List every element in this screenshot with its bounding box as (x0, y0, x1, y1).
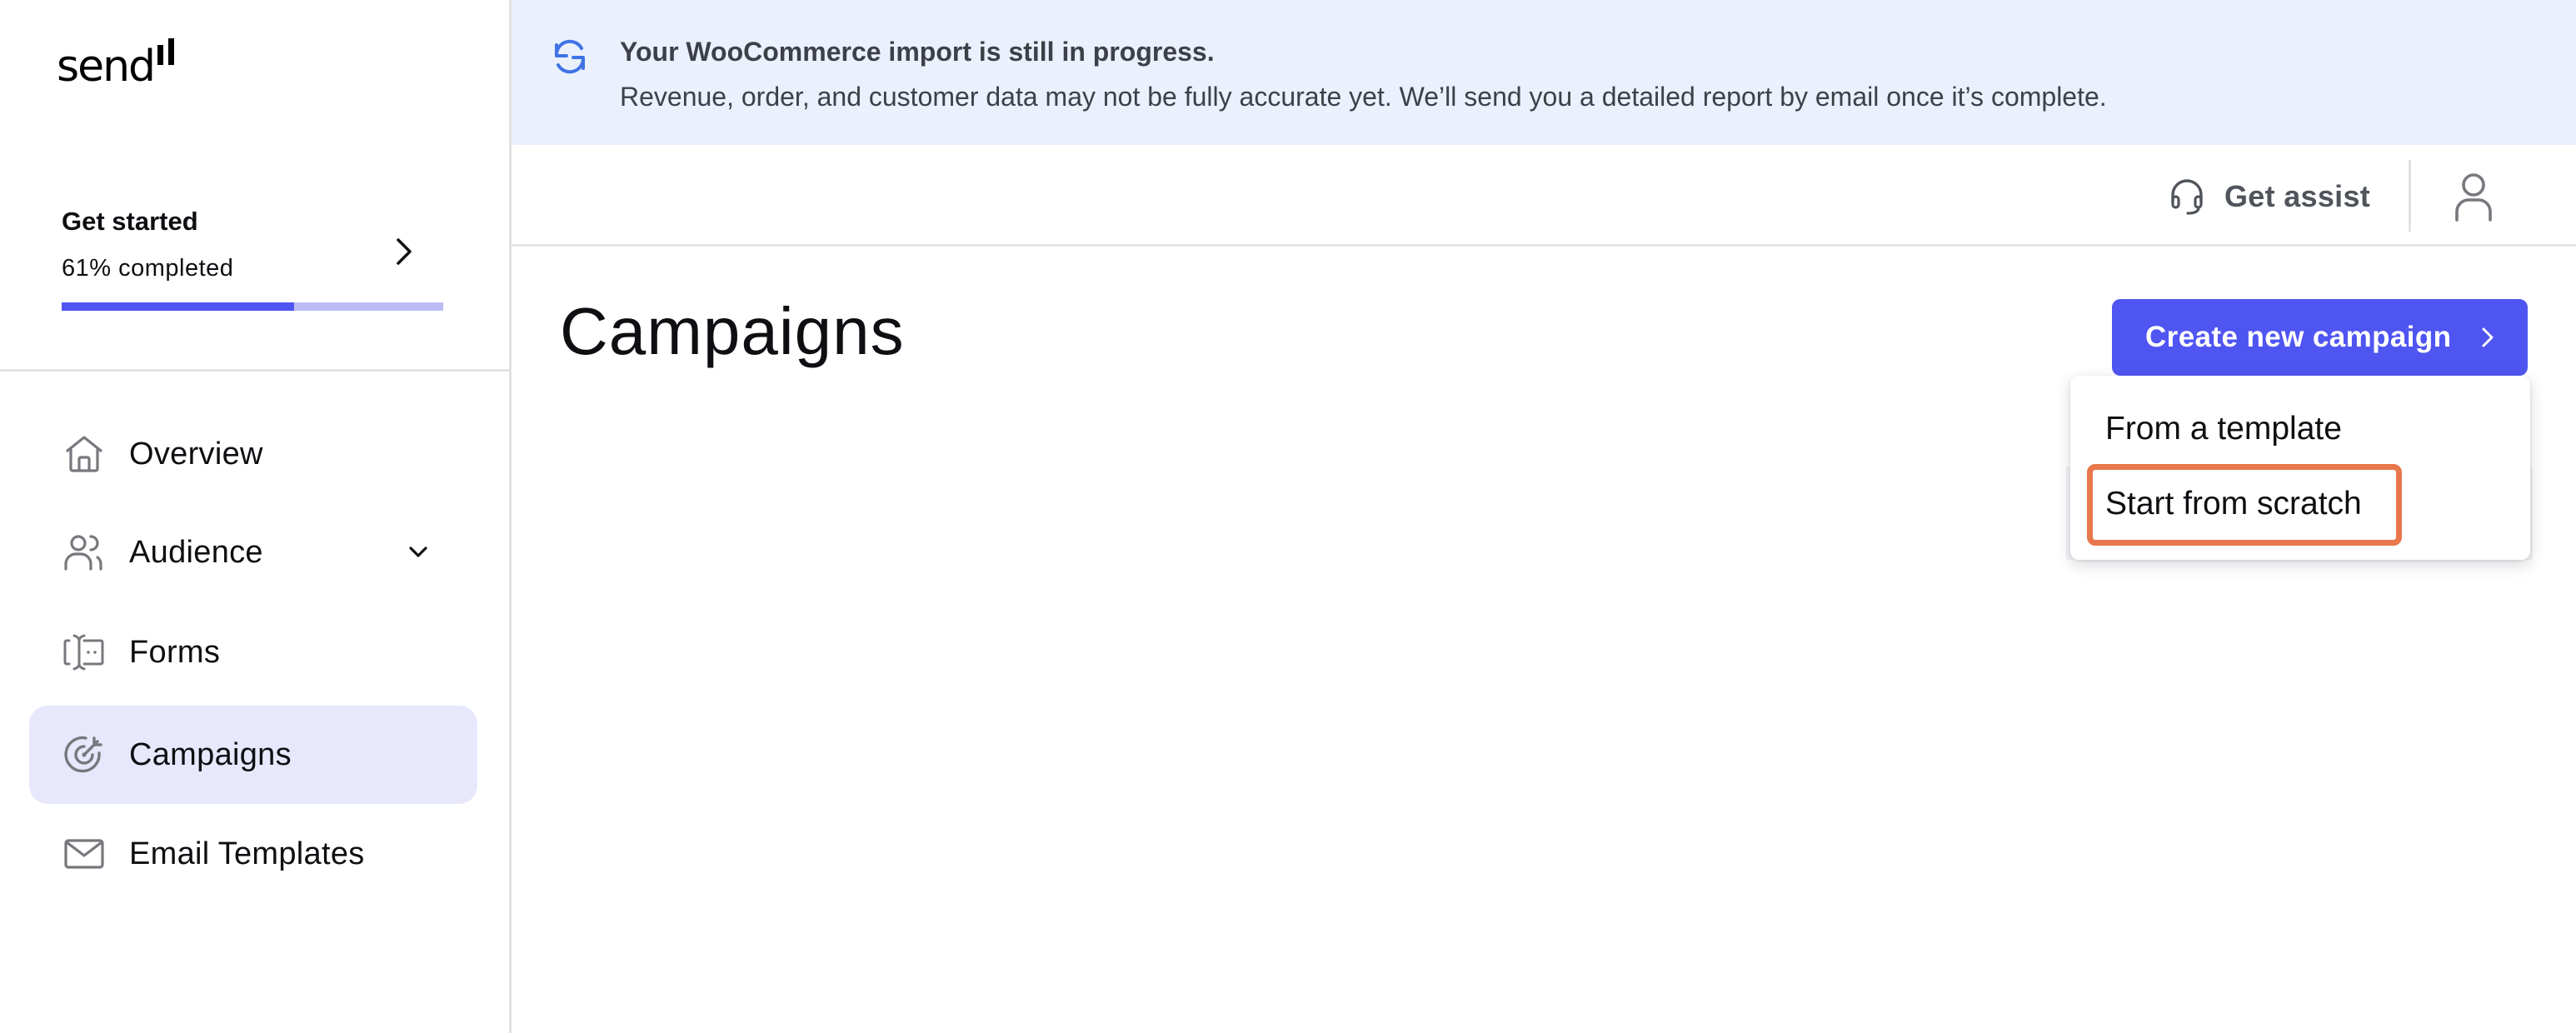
get-assist-button[interactable]: Get assist (2169, 172, 2370, 222)
user-icon[interactable] (2449, 170, 2499, 223)
get-started-card[interactable]: Get started 61% completed (62, 200, 445, 317)
home-icon (66, 436, 102, 472)
sidebar: send Get started 61% completed Overview (0, 0, 512, 1033)
sidebar-item-label: Email Templates (129, 836, 365, 871)
sidebar-divider (0, 369, 512, 372)
get-started-title: Get started (62, 207, 198, 236)
menu-item-start-from-scratch[interactable]: Start from scratch (2070, 464, 2530, 546)
page-title: Campaigns (560, 294, 905, 368)
create-campaign-menu: From a template Start from scratch (2070, 376, 2530, 560)
menu-item-label: From a template (2105, 411, 2342, 447)
create-new-campaign-label: Create new campaign (2145, 321, 2452, 353)
sidebar-item-label: Overview (129, 436, 263, 472)
sidebar-item-label: Campaigns (129, 736, 292, 772)
header-divider (2409, 160, 2411, 232)
sidebar-item-label: Forms (129, 634, 221, 670)
target-icon (64, 736, 102, 773)
get-started-progress-label: 61% completed (62, 255, 234, 282)
app-root: send Get started 61% completed Overview (0, 0, 2576, 1033)
progress-fill (62, 302, 295, 311)
import-progress-banner: Your WooCommerce import is still in prog… (512, 0, 2576, 145)
chevron-right-icon[interactable] (393, 235, 415, 268)
sync-icon (554, 39, 586, 74)
logo-bars-icon (157, 37, 175, 88)
menu-item-label: Start from scratch (2105, 486, 2362, 521)
top-header: Get assist (512, 145, 2576, 247)
get-assist-label: Get assist (2224, 179, 2371, 213)
banner-message: Revenue, order, and customer data may no… (620, 82, 2107, 112)
sidebar-item-audience[interactable]: Audience (29, 503, 477, 601)
get-started-progress-bar (62, 302, 443, 311)
banner-title: Your WooCommerce import is still in prog… (620, 37, 1215, 67)
form-icon (63, 634, 104, 671)
create-new-campaign-button[interactable]: Create new campaign (2112, 299, 2528, 376)
sidebar-item-campaigns[interactable]: Campaigns (29, 706, 477, 804)
menu-item-from-template[interactable]: From a template (2070, 394, 2530, 464)
send-logo[interactable]: send (57, 30, 175, 92)
users-icon (64, 535, 102, 571)
headset-icon (2171, 179, 2203, 215)
sidebar-item-email-templates[interactable]: Email Templates (29, 805, 477, 903)
logo-wordmark: send (57, 42, 156, 92)
sidebar-item-overview[interactable]: Overview (29, 405, 477, 503)
chevron-down-icon[interactable] (406, 540, 431, 565)
mail-icon (64, 839, 104, 869)
chevron-right-icon (2482, 327, 2494, 347)
sidebar-item-label: Audience (129, 534, 263, 570)
sidebar-item-forms[interactable]: Forms (29, 603, 477, 701)
